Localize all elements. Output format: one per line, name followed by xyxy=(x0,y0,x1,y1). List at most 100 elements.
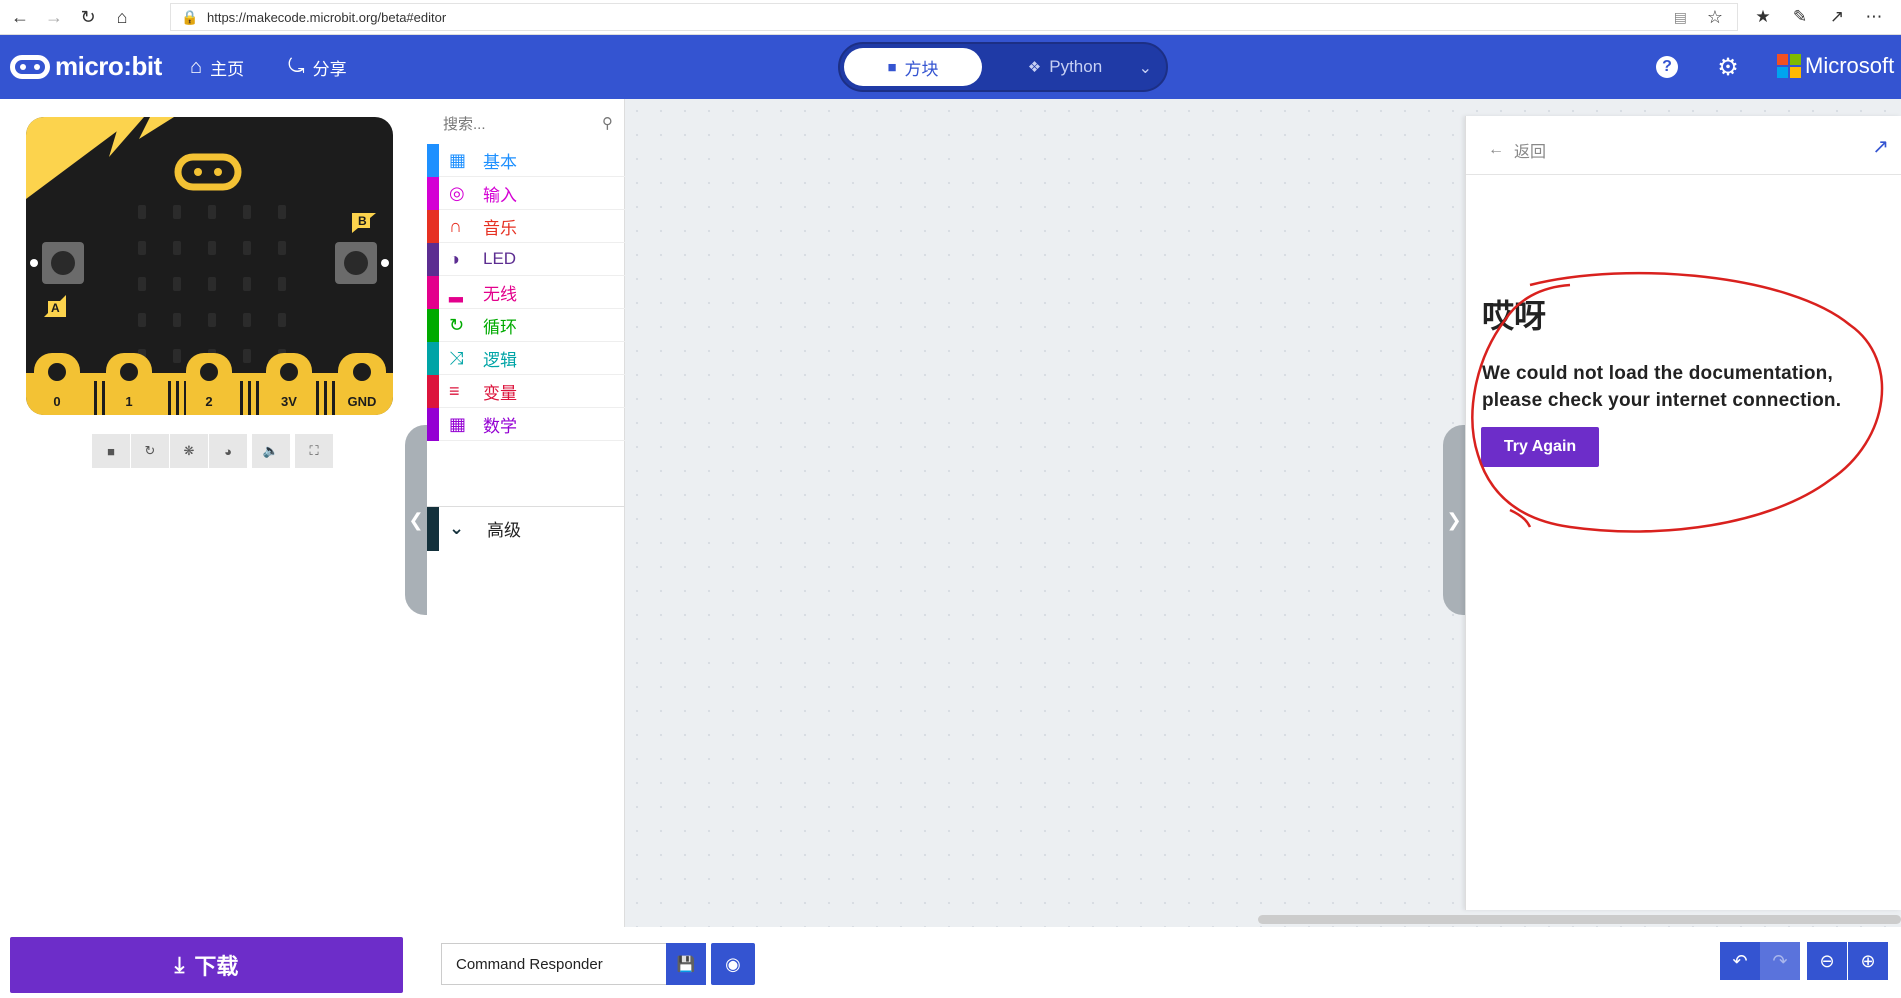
pin-0[interactable]: 0 xyxy=(34,353,80,415)
slowmo-icon[interactable]: ◕ xyxy=(209,434,247,468)
fullscreen-icon[interactable]: ⛶ xyxy=(295,434,333,468)
share-label: 分享 xyxy=(312,60,347,79)
toolbox-category-6[interactable]: ⤨ 逻辑 xyxy=(427,341,625,375)
led-matrix xyxy=(138,205,288,363)
toolbox-category-2[interactable]: ∩ 音乐 xyxy=(427,209,625,243)
category-color-bar xyxy=(427,176,439,210)
chevron-down-icon: ⌄ xyxy=(449,518,465,538)
microsoft-grid-icon xyxy=(1777,54,1801,78)
category-color-bar xyxy=(427,143,439,177)
toolbox-category-advanced[interactable]: ⌄ 高级 xyxy=(427,506,625,551)
favorites-icon[interactable]: ★ xyxy=(1750,4,1776,30)
category-label: 音乐 xyxy=(483,218,517,238)
tab-blocks[interactable]: ■ 方块 xyxy=(844,48,982,86)
home-icon[interactable]: ⌂ xyxy=(108,3,136,31)
save-button[interactable]: 💾 xyxy=(666,943,706,985)
microbit-badge-icon xyxy=(10,54,50,79)
pin-3v[interactable]: 3V xyxy=(266,353,312,415)
category-label: 变量 xyxy=(483,383,517,403)
gear-icon[interactable]: ⚙ xyxy=(1713,52,1743,82)
category-label: 数学 xyxy=(483,416,517,436)
project-name-input[interactable] xyxy=(441,943,666,985)
category-color-bar xyxy=(427,374,439,408)
category-color-bar xyxy=(427,407,439,441)
try-again-button[interactable]: Try Again xyxy=(1481,427,1599,467)
workspace-horizontal-scrollbar[interactable] xyxy=(1258,915,1901,924)
microsoft-label: Microsoft xyxy=(1805,53,1895,78)
pin-gnd[interactable]: GND xyxy=(338,353,386,415)
pin-1[interactable]: 1 xyxy=(106,353,152,415)
toolbox: 搜索... ⚲ ▦ 基本 ◎ 输入 ∩ 音乐 ◑ LED ▂ 无线 ↻ 循环 ⤨ 逻辑 ≡ 变量 ▦ 数学 ⌄ 高… xyxy=(427,99,625,927)
microbit-board[interactable]: B A 0 1 2 3V GND xyxy=(26,117,393,415)
simulator-collapse-handle[interactable]: ❮ xyxy=(405,425,427,615)
forward-arrow-icon[interactable]: → xyxy=(40,3,68,31)
button-a[interactable] xyxy=(42,242,84,284)
editor-bottom-bar: 💾 ◉ ↶ ↷ ⊖ ⊕ xyxy=(427,927,1901,998)
category-label: 逻辑 xyxy=(483,350,517,370)
home-button[interactable]: ⌂ 主页 xyxy=(190,55,244,80)
help-glyph: ? xyxy=(1656,56,1678,78)
logo-text: micro:bit xyxy=(55,51,162,81)
toolbox-category-8[interactable]: ▦ 数学 xyxy=(427,407,625,441)
docs-back-button[interactable]: ← 返回 xyxy=(1488,138,1546,162)
external-link-icon[interactable]: ↗ xyxy=(1872,134,1889,159)
toolbox-category-7[interactable]: ≡ 变量 xyxy=(427,374,625,408)
chevron-down-icon[interactable]: ⌄ xyxy=(1139,58,1152,78)
toolbox-category-3[interactable]: ◑ LED xyxy=(427,242,625,276)
button-b[interactable] xyxy=(335,242,377,284)
target-icon: ◎ xyxy=(449,182,465,203)
pen-icon[interactable]: ✎ xyxy=(1787,4,1813,30)
toggle-icon: ◑ xyxy=(449,248,460,269)
help-icon[interactable]: ? xyxy=(1652,52,1682,82)
simulator-panel: B A 0 1 2 3V GND ■ ↻ ❋ ◕ 🔈 ⛶ ⤓ 下载 xyxy=(0,99,426,998)
reading-view-icon[interactable]: ▤ xyxy=(1674,9,1687,26)
toolbox-category-5[interactable]: ↻ 循环 xyxy=(427,308,625,342)
microsoft-logo[interactable]: Microsoft xyxy=(1777,53,1894,79)
toolbox-category-4[interactable]: ▂ 无线 xyxy=(427,275,625,309)
back-arrow-icon[interactable]: ← xyxy=(6,3,34,31)
category-color-bar xyxy=(427,275,439,309)
editor-mode-switch: ■ 方块 ❖ Python ⌄ xyxy=(838,42,1168,92)
button-b-label: B xyxy=(355,214,370,228)
more-icon[interactable]: ⋯ xyxy=(1861,4,1887,30)
zoom-out-icon[interactable]: ⊖ xyxy=(1807,942,1847,980)
docs-panel: ← 返回 ↗ 哎呀 We could not load the document… xyxy=(1465,116,1901,910)
python-icon: ❖ xyxy=(1027,59,1042,76)
app-header: micro:bit ⌂ 主页 ⤿ 分享 ■ 方块 ❖ Python ⌄ ? ⚙ … xyxy=(0,35,1901,99)
microbit-logo[interactable]: micro:bit xyxy=(10,51,162,82)
tab-python[interactable]: ❖ Python xyxy=(1005,48,1125,86)
grid-icon: ▦ xyxy=(449,149,467,170)
search-placeholder: 搜索... xyxy=(443,115,486,133)
toolbox-category-0[interactable]: ▦ 基本 xyxy=(427,143,625,177)
share-browser-icon[interactable]: ↗ xyxy=(1824,4,1850,30)
mute-icon[interactable]: 🔈 xyxy=(252,434,290,468)
category-label: 基本 xyxy=(483,152,517,172)
download-button[interactable]: ⤓ 下载 xyxy=(10,937,403,993)
favorite-star-icon[interactable]: ☆ xyxy=(1707,7,1723,28)
pin-2[interactable]: 2 xyxy=(186,353,232,415)
tab-blocks-label: 方块 xyxy=(904,59,939,79)
refresh-icon[interactable]: ↻ xyxy=(74,3,102,31)
arrow-left-icon: ← xyxy=(1488,141,1504,158)
docs-collapse-handle[interactable]: ❯ xyxy=(1443,425,1465,615)
toolbox-search-input[interactable]: 搜索... ⚲ xyxy=(443,111,613,135)
undo-icon[interactable]: ↶ xyxy=(1720,942,1760,980)
zoom-in-icon[interactable]: ⊕ xyxy=(1848,942,1888,980)
url-text[interactable]: https://makecode.microbit.org/beta#edito… xyxy=(207,10,446,25)
category-color-bar xyxy=(427,308,439,342)
category-label: 循环 xyxy=(483,317,517,337)
floppy-disk-icon: 💾 xyxy=(676,956,696,973)
share-button[interactable]: ⤿ 分享 xyxy=(288,55,347,80)
list-icon: ≡ xyxy=(449,380,460,401)
category-label: 输入 xyxy=(483,185,517,205)
stop-icon[interactable]: ■ xyxy=(92,434,130,468)
redo-icon[interactable]: ↷ xyxy=(1760,942,1800,980)
toolbox-category-1[interactable]: ◎ 输入 xyxy=(427,176,625,210)
github-button[interactable]: ◉ xyxy=(711,943,755,985)
share-icon: ⤿ xyxy=(288,56,305,78)
restart-icon[interactable]: ↻ xyxy=(131,434,169,468)
address-bar[interactable]: 🔒 https://makecode.microbit.org/beta#edi… xyxy=(170,3,1738,31)
debug-icon[interactable]: ❋ xyxy=(170,434,208,468)
button-a-label: A xyxy=(48,301,63,315)
category-color-bar xyxy=(427,341,439,375)
